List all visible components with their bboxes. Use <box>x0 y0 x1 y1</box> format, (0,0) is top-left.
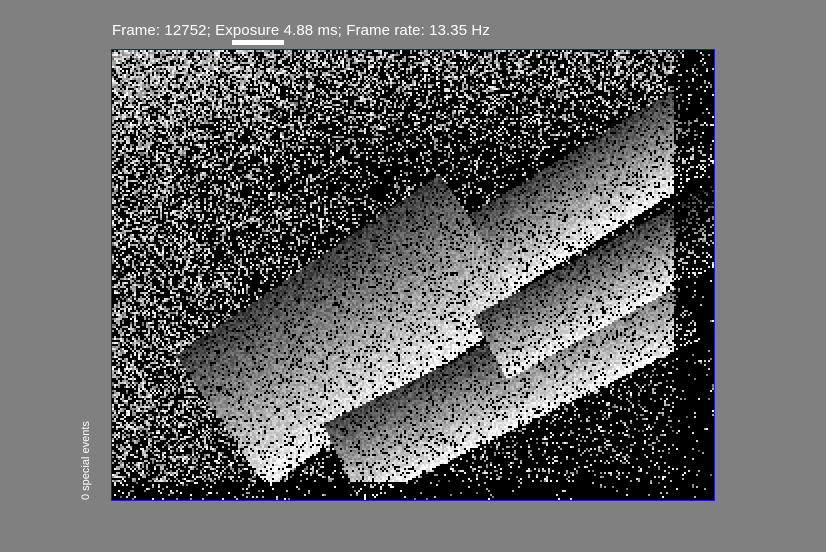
status-line: Frame: 12752; Exposure 4.88 ms; Frame ra… <box>112 22 490 39</box>
frame-label: Frame: <box>112 22 161 39</box>
exposure-value: 4.88 ms <box>283 22 338 39</box>
frame-rate-value: 13.35 Hz <box>429 22 490 39</box>
special-events-label: 0 special events <box>80 421 92 500</box>
event-camera-image <box>112 50 714 500</box>
exposure-level-bar <box>232 40 284 45</box>
exposure-label: Exposure <box>215 22 280 39</box>
camera-image-frame[interactable] <box>111 49 715 501</box>
frame-rate-label: Frame rate: <box>346 22 425 39</box>
frame-number: 12752 <box>164 22 207 39</box>
